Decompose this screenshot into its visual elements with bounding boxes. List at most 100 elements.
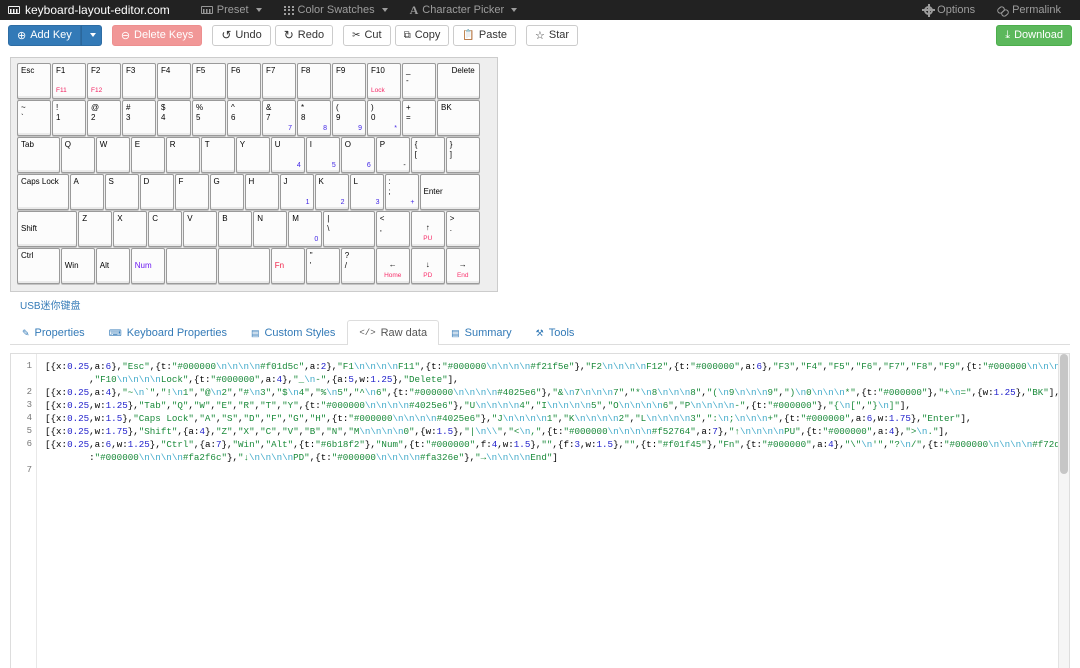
keyboard-caption[interactable]: USB迷你键盘	[10, 292, 1080, 312]
keyboard-key[interactable]: | \	[323, 211, 375, 247]
tab-keyboard-properties[interactable]: ⌨ Keyboard Properties	[97, 320, 239, 345]
scrollbar-thumb[interactable]	[1060, 354, 1068, 474]
keyboard-key[interactable]: F1 F11	[52, 63, 86, 99]
keyboard-key[interactable]: G	[209, 174, 244, 210]
keyboard-key[interactable]: ! 1	[52, 100, 86, 136]
keyboard-key[interactable]: F8	[297, 63, 331, 99]
undo-button[interactable]: Undo	[212, 24, 271, 46]
keyboard-key[interactable]: C	[148, 211, 183, 247]
keyboard-key[interactable]: :; +	[384, 174, 419, 210]
keyboard-key[interactable]: * 8 8	[297, 100, 331, 136]
keyboard-key[interactable]: _ -	[402, 63, 436, 99]
keyboard-key[interactable]: ~ `	[17, 100, 51, 136]
keyboard-key[interactable]: & 7 7	[262, 100, 296, 136]
keyboard-key[interactable]: V	[183, 211, 218, 247]
keyboard-key[interactable]: Fn	[270, 248, 305, 284]
keyboard-key[interactable]: ← Home	[375, 248, 410, 284]
keyboard-key[interactable]: T	[200, 137, 235, 173]
keyboard-key[interactable]: Z	[78, 211, 113, 247]
tab-properties[interactable]: ✎ Properties	[10, 320, 97, 345]
keyboard-key[interactable]: " '	[305, 248, 340, 284]
keyboard-key[interactable]: F2 F12	[87, 63, 121, 99]
tab-tools[interactable]: ⚒ Tools	[524, 320, 587, 345]
keyboard-key[interactable]: Delete	[437, 63, 480, 99]
keyboard-key[interactable]: >.	[445, 211, 480, 247]
paste-button[interactable]: Paste	[453, 24, 516, 46]
star-button[interactable]: Star	[526, 24, 579, 46]
keyboard-key[interactable]: O6	[340, 137, 375, 173]
keyboard-key[interactable]: M0	[288, 211, 323, 247]
tab-summary[interactable]: ▤ Summary	[439, 320, 524, 345]
keyboard-key[interactable]	[218, 248, 270, 284]
vertical-scrollbar[interactable]	[1058, 354, 1069, 668]
nav-item-options[interactable]: Options	[913, 3, 986, 17]
keyboard-key[interactable]: <,	[375, 211, 410, 247]
keyboard-key[interactable]: F6	[227, 63, 261, 99]
keyboard-key[interactable]: @2	[87, 100, 121, 136]
keyboard-key[interactable]: F4	[157, 63, 191, 99]
add-key-button[interactable]: Add Key	[8, 24, 81, 46]
raw-data-code[interactable]: [{x:0.25,a:6},"Esc",{t:"#000000\n\n\n\n#…	[37, 354, 1069, 668]
keyboard-key[interactable]: ↓ PD	[410, 248, 445, 284]
download-button[interactable]: Download	[996, 24, 1072, 46]
cut-button[interactable]: Cut	[343, 24, 391, 46]
keyboard-key[interactable]: S	[104, 174, 139, 210]
keyboard-key[interactable]: BK	[437, 100, 480, 136]
keyboard-key[interactable]: U4	[270, 137, 305, 173]
keyboard-key[interactable]: F	[174, 174, 209, 210]
keyboard-key[interactable]: B	[218, 211, 253, 247]
keyboard-canvas[interactable]: Esc F1 F11 F2 F12 F3 F4 F5 F6 F7 F8 F9 F10 Lock _ - Dele…	[10, 57, 498, 292]
keyboard-key[interactable]: H	[244, 174, 279, 210]
keyboard-key[interactable]: ) 0 *	[367, 100, 401, 136]
keyboard-key[interactable]: ^ 6	[227, 100, 261, 136]
keyboard-key[interactable]: L3	[349, 174, 384, 210]
keyboard-key[interactable]	[165, 248, 218, 284]
keyboard-key[interactable]: ↑ PU	[410, 211, 445, 247]
keyboard-key[interactable]: N	[253, 211, 288, 247]
keyboard-key[interactable]: Shift	[17, 211, 78, 247]
keyboard-key[interactable]: Num	[130, 248, 165, 284]
keyboard-key[interactable]: I5	[305, 137, 340, 173]
keyboard-key[interactable]: P-	[375, 137, 410, 173]
keyboard-key[interactable]: J1	[279, 174, 314, 210]
keyboard-key[interactable]: K2	[314, 174, 349, 210]
delete-keys-button[interactable]: Delete Keys	[111, 24, 203, 46]
keyboard-key[interactable]: F3	[122, 63, 156, 99]
redo-button[interactable]: Redo	[274, 24, 334, 46]
keyboard-key[interactable]: + =	[402, 100, 436, 136]
add-key-dropdown-button[interactable]	[80, 24, 102, 46]
copy-button[interactable]: Copy	[394, 24, 450, 46]
tab-custom-styles[interactable]: ▤ Custom Styles	[239, 320, 347, 345]
keyboard-key[interactable]: Caps Lock	[17, 174, 69, 210]
keyboard-key[interactable]: R	[165, 137, 200, 173]
keyboard-key[interactable]: Win	[60, 248, 95, 284]
keyboard-key[interactable]: Tab	[17, 137, 60, 173]
nav-item-character-picker[interactable]: A Character Picker	[399, 4, 529, 16]
keyboard-key[interactable]: X	[113, 211, 148, 247]
keyboard-key[interactable]: (9 9	[332, 100, 366, 136]
keyboard-key[interactable]: A	[69, 174, 104, 210]
keyboard-key[interactable]: F7	[262, 63, 296, 99]
keyboard-key[interactable]: Y	[235, 137, 270, 173]
keyboard-key[interactable]: % 5	[192, 100, 226, 136]
keyboard-key[interactable]: F9	[332, 63, 366, 99]
keyboard-key[interactable]: Enter	[419, 174, 480, 210]
keyboard-key[interactable]: Ctrl	[17, 248, 60, 284]
keyboard-key[interactable]: F5	[192, 63, 226, 99]
raw-data-editor[interactable]: 1 2 3 4 5 6 7 [{x:0.25,a:6},"Esc",{t:"#000000\…	[10, 353, 1070, 668]
keyboard-key[interactable]: Q	[60, 137, 95, 173]
keyboard-key[interactable]: → End	[445, 248, 480, 284]
keyboard-key[interactable]: F10 Lock	[367, 63, 401, 99]
keyboard-key[interactable]: W	[95, 137, 130, 173]
keyboard-key[interactable]: D	[139, 174, 174, 210]
keyboard-key[interactable]: }]	[445, 137, 480, 173]
keyboard-key[interactable]: {[	[410, 137, 445, 173]
keyboard-key[interactable]: ? /	[340, 248, 375, 284]
keyboard-key[interactable]: Alt	[95, 248, 130, 284]
keyboard-key[interactable]: $4	[157, 100, 191, 136]
brand-link[interactable]: keyboard-layout-editor.com	[8, 3, 170, 17]
nav-item-preset[interactable]: Preset	[190, 4, 273, 16]
nav-item-permalink[interactable]: Permalink	[986, 4, 1072, 16]
tab-raw-data[interactable]: </> Raw data	[347, 320, 440, 345]
keyboard-key[interactable]: E	[130, 137, 165, 173]
